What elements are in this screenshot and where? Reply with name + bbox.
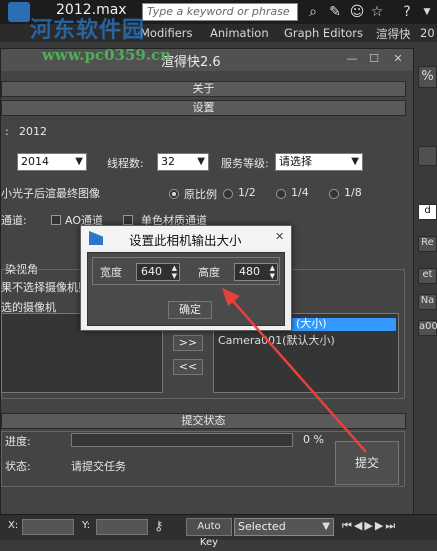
minimize-icon[interactable]: — xyxy=(341,51,363,67)
camera-hint: 果不选择摄像机则 xyxy=(1,281,89,294)
menu-graph-editors[interactable]: Graph Editors xyxy=(284,26,363,40)
menu-trailing[interactable]: 20 xyxy=(420,26,435,40)
maximize-icon[interactable]: ☐ xyxy=(363,51,385,67)
binoculars-icon[interactable]: ⌕ xyxy=(304,3,322,21)
ratio-quarter-radio[interactable] xyxy=(276,189,286,199)
status-bar: X: Y: ⚷ Auto Key Selected ▼ ⏮◀▶▶⏭ xyxy=(0,514,437,548)
list-item[interactable]: Camera001(默认大小) xyxy=(218,332,335,348)
popup-body: 宽度 640 ▲ ▼ 高度 480 ▲ ▼ 确定 xyxy=(87,252,285,326)
section-submit-status[interactable]: 提交状态 xyxy=(1,413,406,429)
menu-modifiers[interactable]: Modifiers xyxy=(140,26,193,40)
ratio-original-label: 原比例 xyxy=(184,188,217,201)
close-icon[interactable]: ✕ xyxy=(387,51,409,67)
chevron-down-icon: ▼ xyxy=(75,156,83,167)
popup-title-bar: 设置此相机输出大小 ✕ xyxy=(81,226,291,250)
watermark-url: www.pc0359.cn xyxy=(42,46,172,64)
star-icon[interactable]: ☆ xyxy=(368,3,386,21)
version-value: 2012 xyxy=(19,125,47,138)
watermark-title: 河东软件园 xyxy=(30,18,146,43)
right-strip-item[interactable] xyxy=(418,146,437,166)
app-logo-icon[interactable] xyxy=(8,2,30,22)
progress-value: 0 % xyxy=(303,433,324,446)
next-frame-icon[interactable]: ▶ xyxy=(375,519,385,532)
prev-frame-icon[interactable]: ◀ xyxy=(354,519,364,532)
service-level-select[interactable]: 请选择 ▼ xyxy=(275,153,363,171)
ok-button[interactable]: 确定 xyxy=(168,301,212,319)
move-right-button[interactable]: >> xyxy=(173,335,203,351)
key-icon[interactable]: ⚷ xyxy=(154,519,178,535)
menu-animation[interactable]: Animation xyxy=(210,26,269,40)
move-left-button[interactable]: << xyxy=(173,359,203,375)
threads-label: 线程数: xyxy=(107,157,144,170)
right-strip-item[interactable]: d xyxy=(418,204,437,220)
height-label: 高度 xyxy=(198,266,220,279)
chevron-down-icon: ▼ xyxy=(351,156,359,167)
service-level-label: 服务等级: xyxy=(221,157,269,170)
ratio-original-radio[interactable] xyxy=(169,189,179,199)
menu-xuandekuai[interactable]: 渲得快 xyxy=(376,26,411,42)
plugin-logo-icon xyxy=(89,231,103,245)
threads-select[interactable]: 32 ▼ xyxy=(157,153,209,171)
max-version-select[interactable]: 2014 ▼ xyxy=(17,153,87,171)
chevron-down-icon: ▼ xyxy=(197,156,205,167)
play-icon[interactable]: ▶ xyxy=(364,519,374,532)
height-spinner[interactable]: 480 ▲ ▼ xyxy=(234,263,278,281)
auto-key-button[interactable]: Auto Key xyxy=(186,518,232,548)
camera-size-popup: 设置此相机输出大小 ✕ 宽度 640 ▲ ▼ 高度 480 ▲ ▼ 确定 xyxy=(80,225,292,331)
progress-bar xyxy=(71,433,293,447)
photon-label: 小光子后渲最终图像 xyxy=(1,187,100,200)
popup-title: 设置此相机输出大小 xyxy=(129,233,242,248)
playback-controls: ⏮◀▶▶⏭ xyxy=(342,519,437,537)
channel-label: 通道: xyxy=(1,214,27,227)
status-value: 请提交任务 xyxy=(71,460,126,473)
go-to-start-icon[interactable]: ⏮ xyxy=(342,519,354,532)
right-strip-item[interactable]: Re xyxy=(418,236,437,252)
key-filter-select[interactable]: Selected ▼ xyxy=(234,518,334,536)
spinner-arrows-icon[interactable]: ▲ ▼ xyxy=(172,264,177,280)
ratio-quarter-label: 1/4 xyxy=(291,186,309,199)
user-icon[interactable]: ☺ xyxy=(348,3,366,21)
x-coordinate-field[interactable] xyxy=(22,519,74,535)
mono-material-checkbox[interactable] xyxy=(123,215,133,225)
section-about[interactable]: 关于 xyxy=(1,81,406,97)
right-strip-item[interactable]: a00 xyxy=(418,320,437,336)
section-settings[interactable]: 设置 xyxy=(1,100,406,116)
version-label: : xyxy=(5,125,9,138)
go-to-end-icon[interactable]: ⏭ xyxy=(385,519,397,532)
help-icon[interactable]: ? xyxy=(398,3,416,21)
ratio-eighth-radio[interactable] xyxy=(329,189,339,199)
status-label: 状态: xyxy=(5,460,31,473)
x-label: X: xyxy=(8,520,19,531)
right-strip-item[interactable]: et xyxy=(418,268,437,284)
y-label: Y: xyxy=(82,520,91,531)
search-input[interactable]: Type a keyword or phrase xyxy=(142,3,298,21)
ao-channel-checkbox[interactable] xyxy=(51,215,61,225)
chevron-down-icon: ▼ xyxy=(322,521,330,532)
width-label: 宽度 xyxy=(100,266,122,279)
popup-close-icon[interactable]: ✕ xyxy=(275,230,284,243)
spinner-arrows-icon[interactable]: ▲ ▼ xyxy=(270,264,275,280)
submit-button[interactable]: 提交 xyxy=(335,441,399,485)
ratio-half-radio[interactable] xyxy=(223,189,233,199)
star-search-icon[interactable]: ✎ xyxy=(326,3,344,21)
width-spinner[interactable]: 640 ▲ ▼ xyxy=(136,263,180,281)
progress-label: 进度: xyxy=(5,435,31,448)
ratio-eighth-label: 1/8 xyxy=(344,186,362,199)
ratio-half-label: 1/2 xyxy=(238,186,256,199)
dropdown-arrow-icon[interactable]: ▼ xyxy=(418,3,436,21)
right-strip-item[interactable]: % xyxy=(418,66,437,88)
right-strip-item[interactable]: Na xyxy=(418,294,437,310)
y-coordinate-field[interactable] xyxy=(96,519,148,535)
